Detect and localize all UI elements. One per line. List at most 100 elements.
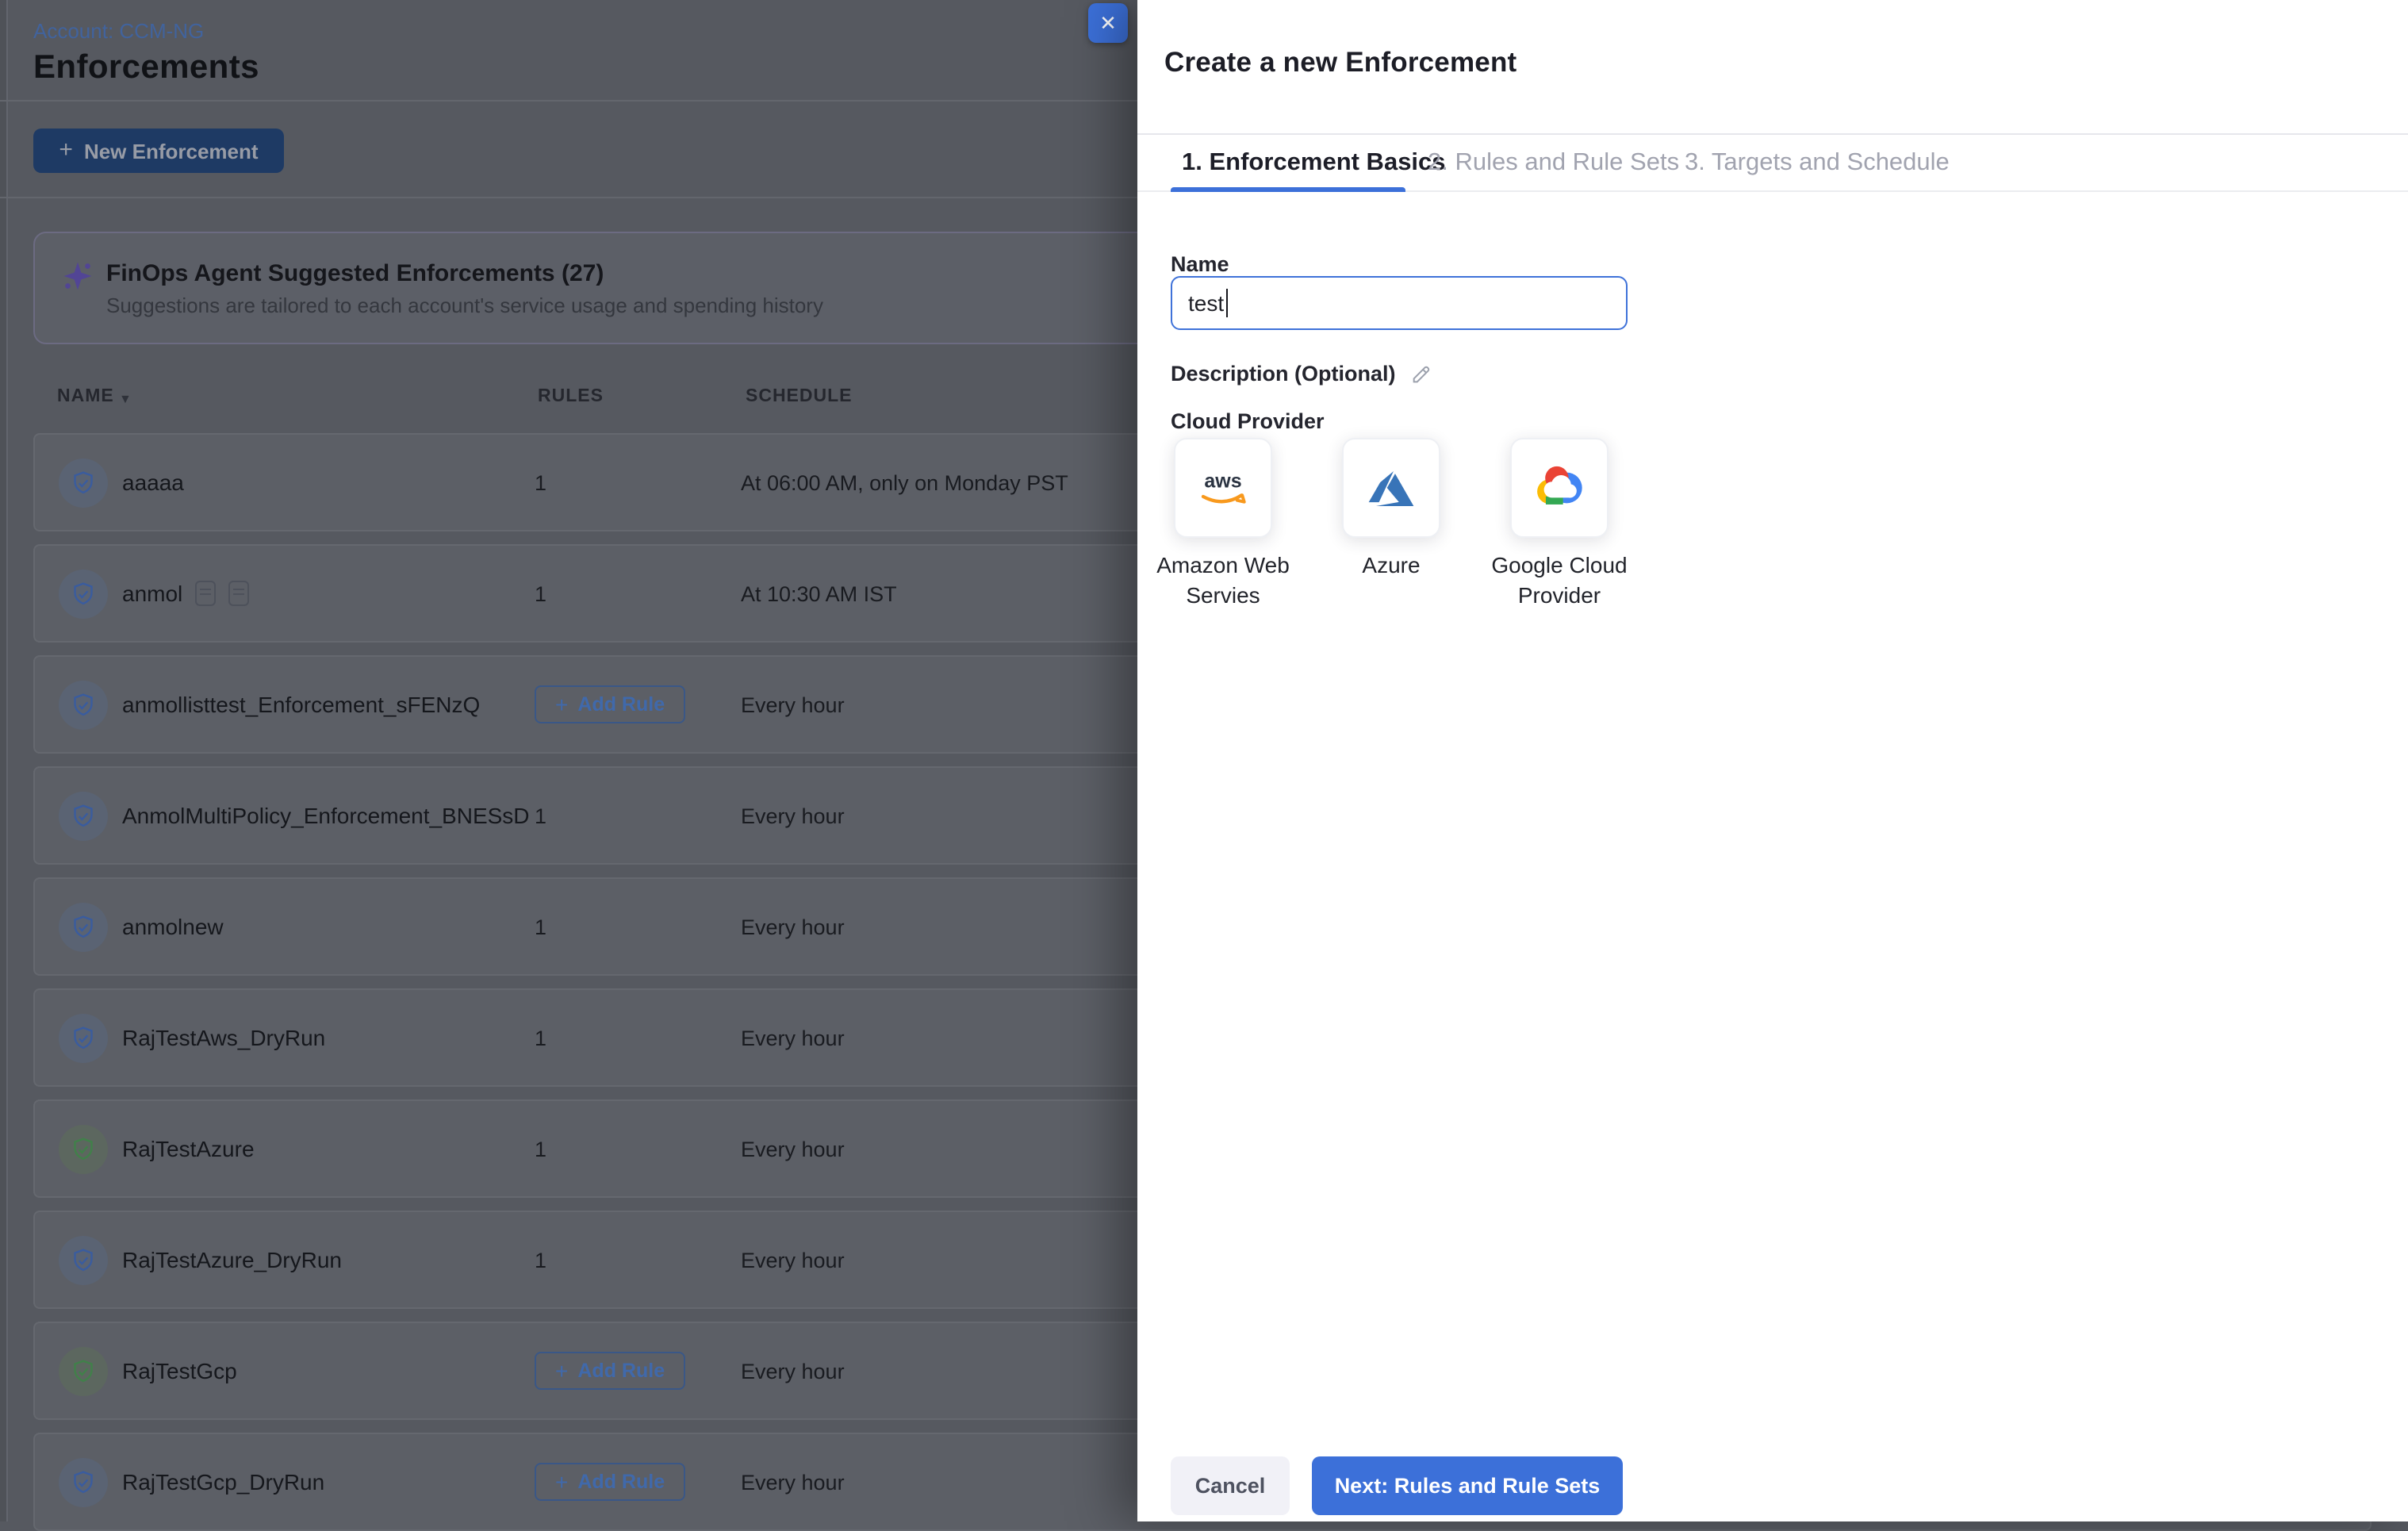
enforcement-shield-badge	[59, 1236, 108, 1285]
schedule-cell: Every hour	[741, 768, 845, 863]
rules-count: 1	[535, 804, 546, 827]
provider-card-aws[interactable]: aws	[1174, 438, 1272, 538]
rules-cell: 1 +	[535, 1212, 546, 1307]
description-label: Description (Optional)	[1171, 362, 1396, 386]
enforcement-name: anmolnew	[122, 879, 224, 974]
enforcement-shield-badge	[59, 570, 108, 619]
schedule-cell: Every hour	[741, 1101, 845, 1196]
tab-rules-and-rule-sets[interactable]: 2. Rules and Rule Sets	[1428, 149, 1679, 178]
schedule-cell: Every hour	[741, 1323, 845, 1418]
enforcement-name: aaaaa	[122, 435, 184, 530]
add-rule-button[interactable]: + Add Rule	[535, 1463, 685, 1501]
rules-cell: 1 +	[535, 546, 546, 641]
sort-caret-icon[interactable]: ▼	[119, 392, 132, 406]
rules-count: 1	[535, 470, 546, 494]
enforcement-name: anmollisttest_Enforcement_sFENzQ	[122, 657, 480, 752]
plus-icon: +	[59, 136, 73, 163]
schedule-cell: Every hour	[741, 1212, 845, 1307]
rules-cell: 1 +	[535, 990, 546, 1085]
new-enforcement-button[interactable]: + New Enforcement	[33, 129, 284, 173]
add-rule-button[interactable]: + Add Rule	[535, 685, 685, 723]
close-button[interactable]: ✕	[1088, 3, 1128, 43]
name-input-value: test	[1188, 290, 1224, 316]
enforcement-shield-badge	[59, 903, 108, 952]
document-icon[interactable]	[195, 581, 216, 606]
plus-icon: +	[555, 692, 568, 717]
enforcement-shield-badge	[59, 1125, 108, 1174]
active-tab-underline	[1171, 187, 1405, 192]
schedule-cell: Every hour	[741, 657, 845, 752]
enforcement-shield-badge	[59, 681, 108, 730]
rules-cell: 1 +	[535, 1101, 546, 1196]
rules-count: 1	[535, 1248, 546, 1272]
provider-label-azure: Azure	[1304, 551, 1478, 581]
rules-count: 1	[535, 581, 546, 605]
schedule-cell: At 10:30 AM IST	[741, 546, 897, 641]
shield-check-icon	[70, 470, 97, 497]
breadcrumb-account-link[interactable]: Account: CCM-NG	[33, 19, 204, 43]
enforcement-name: RajTestAzure_DryRun	[122, 1212, 342, 1307]
modal-divider	[1137, 133, 2408, 135]
banner-subtitle: Suggestions are tailored to each account…	[106, 294, 823, 317]
finops-agent-sparkle-icon	[62, 260, 94, 292]
tab-enforcement-basics[interactable]: 1. Enforcement Basics	[1182, 149, 1446, 178]
add-rule-button[interactable]: + Add Rule	[535, 1352, 685, 1390]
rules-count: 1	[535, 1137, 546, 1161]
close-icon: ✕	[1099, 10, 1117, 36]
cancel-button[interactable]: Cancel	[1171, 1456, 1290, 1515]
column-header-schedule: SCHEDULE	[746, 387, 853, 406]
shield-check-icon	[70, 1025, 97, 1052]
nav-edge-divider	[0, 0, 8, 1521]
column-header-name[interactable]: NAME	[57, 387, 114, 406]
provider-card-gcp[interactable]	[1510, 438, 1609, 538]
shield-check-icon	[70, 581, 97, 608]
enforcement-shield-badge	[59, 1014, 108, 1063]
name-input[interactable]: test	[1171, 276, 1628, 330]
shield-check-icon	[70, 1358, 97, 1385]
rules-cell: 1 +	[535, 768, 546, 863]
next-rules-and-rule-sets-button[interactable]: Next: Rules and Rule Sets	[1312, 1456, 1623, 1515]
enforcement-name: RajTestGcp	[122, 1323, 237, 1418]
description-row: Description (Optional)	[1171, 362, 1432, 386]
enforcement-name: RajTestGcp_DryRun	[122, 1434, 324, 1529]
banner-title: FinOps Agent Suggested Enforcements (27)	[106, 260, 604, 287]
azure-logo-icon	[1364, 461, 1418, 515]
name-label: Name	[1171, 252, 1229, 276]
provider-label-gcp: Google Cloud Provider	[1472, 551, 1647, 611]
provider-label-aws: Amazon Web Servies	[1136, 551, 1310, 611]
provider-card-azure[interactable]	[1342, 438, 1440, 538]
svg-text:aws: aws	[1204, 469, 1241, 491]
schedule-cell: Every hour	[741, 990, 845, 1085]
text-cursor	[1225, 289, 1228, 317]
modal-title: Create a new Enforcement	[1164, 46, 1517, 79]
enforcement-shield-badge	[59, 1347, 108, 1396]
page-title: Enforcements	[33, 49, 259, 87]
gcp-logo-icon	[1529, 463, 1589, 512]
rules-cell: + Add Rule	[535, 657, 685, 752]
enforcement-name: RajTestAzure	[122, 1101, 255, 1196]
rules-cell: 1 +	[535, 435, 546, 530]
plus-icon: +	[555, 1469, 568, 1495]
enforcement-name: anmol	[122, 546, 249, 641]
shield-check-icon	[70, 914, 97, 941]
rules-cell: + Add Rule	[535, 1323, 685, 1418]
enforcement-name: RajTestAws_DryRun	[122, 990, 325, 1085]
rules-cell: + Add Rule	[535, 1434, 685, 1529]
rules-count: 1	[535, 1026, 546, 1049]
create-enforcement-modal: Create a new Enforcement 1. Enforcement …	[1137, 0, 2408, 1521]
enforcement-shield-badge	[59, 792, 108, 841]
rules-count: 1	[535, 915, 546, 938]
schedule-cell: Every hour	[741, 879, 845, 974]
schedule-cell: At 06:00 AM, only on Monday PST	[741, 435, 1068, 530]
rules-cell: 1 +	[535, 879, 546, 974]
column-header-rules: RULES	[538, 387, 604, 406]
edit-pencil-icon[interactable]	[1410, 363, 1432, 385]
screen: Account: CCM-NG Enforcements + New Enfor…	[0, 0, 2408, 1521]
new-enforcement-label: New Enforcement	[84, 139, 259, 163]
document-icon[interactable]	[228, 581, 249, 606]
shield-check-icon	[70, 692, 97, 719]
enforcement-name: AnmolMultiPolicy_Enforcement_BNESsD	[122, 768, 530, 863]
schedule-cell: Every hour	[741, 1434, 845, 1529]
enforcement-shield-badge	[59, 459, 108, 508]
tab-targets-and-schedule[interactable]: 3. Targets and Schedule	[1685, 149, 1950, 178]
